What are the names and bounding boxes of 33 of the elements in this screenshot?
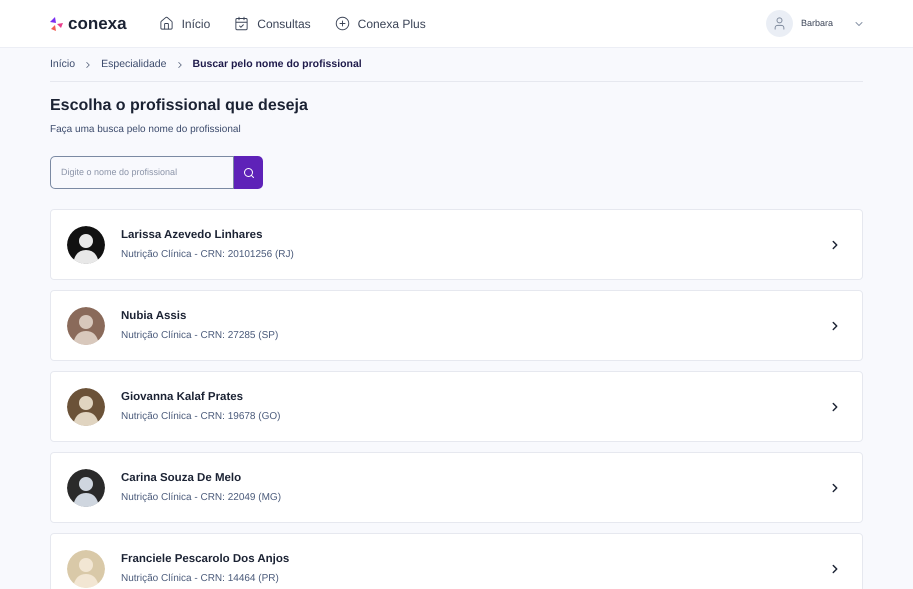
search-button[interactable] [234, 156, 263, 189]
home-icon [158, 16, 174, 31]
professional-info: Nutrição Clínica - CRN: 14464 (PR) [121, 572, 280, 586]
nav-link[interactable]: Conexa Plus [334, 14, 426, 32]
professional-info: Nutrição Clínica - CRN: 20101256 (RJ) [121, 248, 294, 262]
page-subtitle: Faça uma busca pelo nome do profissional [50, 123, 242, 137]
professional-name: Nubia Assis [121, 309, 188, 324]
nav-link[interactable]: Início [158, 14, 210, 32]
page-title: Escolha o profissional que deseja [50, 96, 309, 116]
professional-info: Nutrição Clínica - CRN: 27285 (SP) [121, 328, 278, 343]
breadcrumb-link[interactable]: Início [50, 56, 76, 72]
breadcrumb-link[interactable]: Buscar pelo nome do profissional [192, 56, 362, 72]
professional-card[interactable]: Franciele Pescarolo Dos Anjos Nutrição Clínica - CRN: 14464 (PR) [50, 533, 863, 589]
search-field[interactable]: Digite o nome do profissional [50, 156, 234, 189]
professional-card[interactable]: Carina Souza De Melo Nutrição Clínica - CRN: 22049 (MG) [50, 452, 863, 523]
calendar-icon [234, 16, 250, 31]
professional-name: Carina Souza De Melo [121, 471, 242, 486]
search-icon [242, 166, 254, 178]
logo-icon [48, 16, 64, 32]
professional-name: Giovanna Kalaf Prates [121, 390, 244, 406]
professional-card[interactable]: Giovanna Kalaf Prates Nutrição Clínica - CRN: 19678 (GO) [50, 371, 863, 442]
breadcrumb-link[interactable]: Especialidade [101, 56, 166, 72]
professional-info: Nutrição Clínica - CRN: 22049 (MG) [121, 490, 282, 505]
professional-card[interactable]: Larissa Azevedo Linhares Nutrição Clínica - CRN: 20101256 (RJ) [50, 209, 863, 280]
nav-link[interactable]: Consultas [234, 14, 311, 32]
logo-text: conexa [68, 15, 127, 32]
avatar-icon [766, 10, 793, 37]
professional-info: Nutrição Clínica - CRN: 19678 (GO) [121, 410, 280, 424]
user-name: Barbara [800, 16, 833, 30]
professional-card[interactable]: Nubia Assis Nutrição Clínica - CRN: 27285 (SP) [50, 290, 863, 361]
professional-name: Larissa Azevedo Linhares [121, 228, 264, 244]
plus-circle-icon [334, 16, 350, 31]
professional-name: Franciele Pescarolo Dos Anjos [121, 552, 290, 568]
